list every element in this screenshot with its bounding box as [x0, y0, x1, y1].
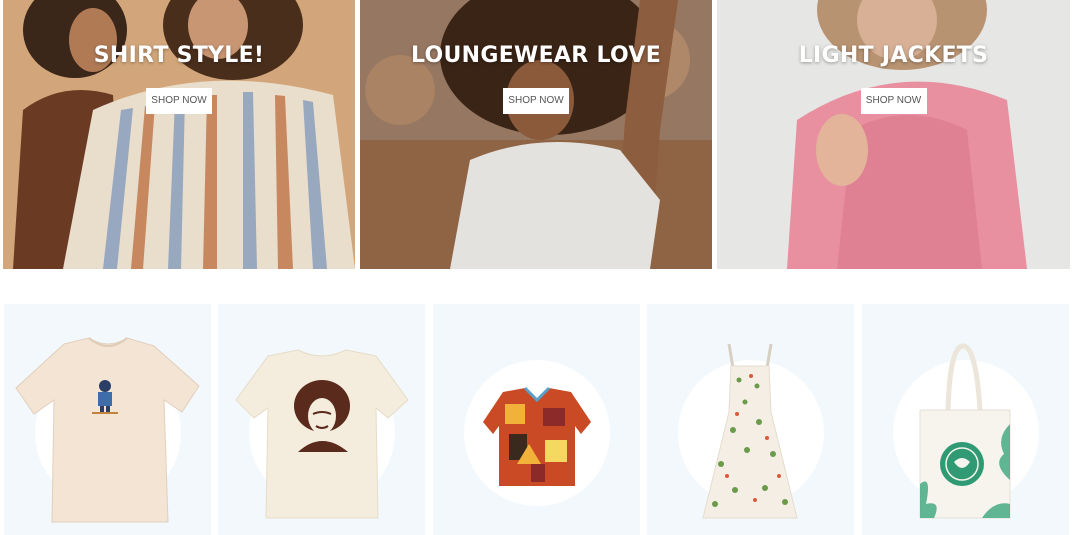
light-jackets-photo [717, 0, 1070, 269]
product-tile[interactable] [647, 304, 854, 535]
loungewear-photo [360, 0, 712, 269]
banner-title: SHIRT STYLE! [93, 43, 265, 68]
shop-now-button[interactable]: SHOP NOW [146, 88, 212, 114]
portrait-tshirt-image [235, 349, 409, 519]
banner-title: LIGHT JACKETS [798, 43, 989, 68]
floral-dress-image [702, 343, 798, 519]
product-grid [4, 304, 1069, 535]
banner-loungewear-love[interactable]: LOUNGEWEAR LOVE SHOP NOW [360, 0, 712, 269]
shop-now-button[interactable]: SHOP NOW [503, 88, 569, 114]
product-tile[interactable] [862, 304, 1069, 535]
banner-light-jackets[interactable]: LIGHT JACKETS SHOP NOW [717, 0, 1070, 269]
cream-tshirt-image [15, 337, 200, 523]
product-tile[interactable] [218, 304, 425, 535]
category-banners: SHIRT STYLE! SHOP NOW LOUNGEWEAR LOVE SH… [3, 0, 1070, 269]
product-tile[interactable] [4, 304, 211, 535]
camp-shirt-image [483, 386, 591, 486]
product-tile[interactable] [433, 304, 640, 535]
banner-title: LOUNGEWEAR LOVE [410, 43, 662, 68]
shop-now-button[interactable]: SHOP NOW [860, 88, 927, 114]
shirt-style-photo [3, 0, 355, 269]
banner-shirt-style[interactable]: SHIRT STYLE! SHOP NOW [3, 0, 355, 269]
tote-bag-image [919, 343, 1011, 519]
